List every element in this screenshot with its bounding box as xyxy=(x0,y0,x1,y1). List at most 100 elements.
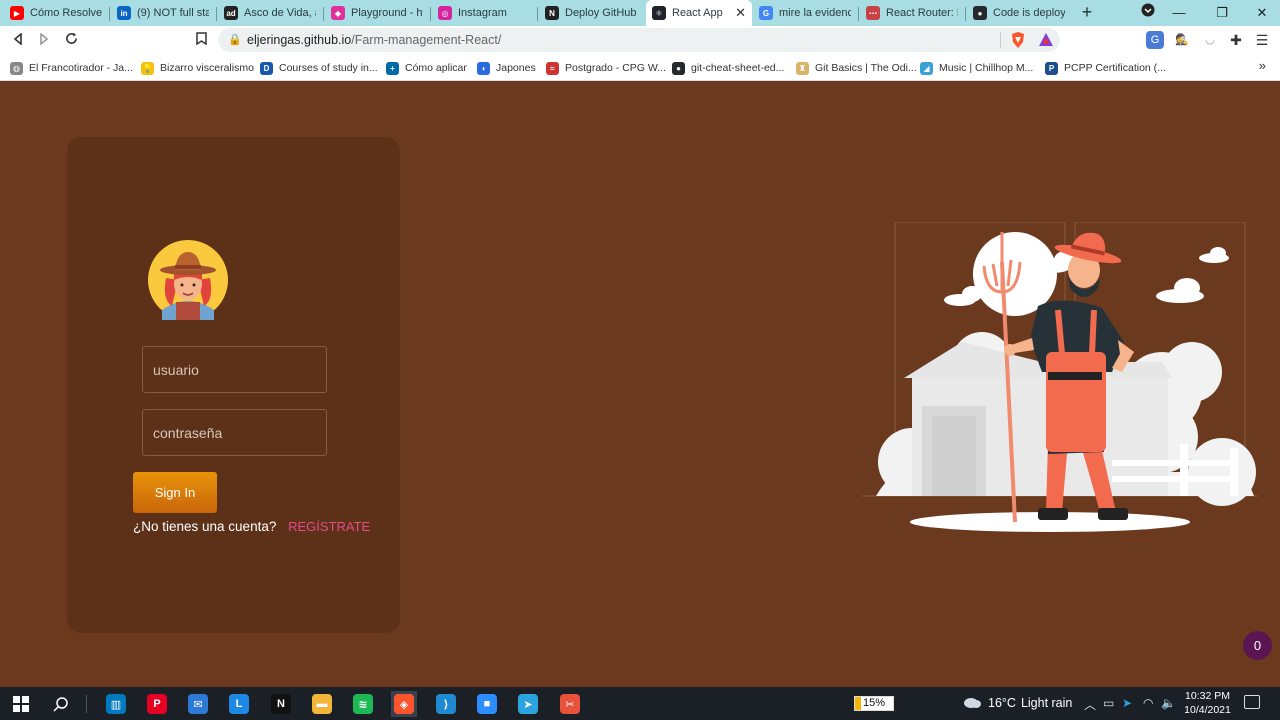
tab-4[interactable]: ◆ Playground - http xyxy=(325,2,429,24)
bookmark-page-icon[interactable] xyxy=(191,30,211,50)
tab-label: React App xyxy=(672,7,723,19)
weather-widget[interactable]: 16°C Light rain xyxy=(962,696,1072,710)
bookmark-item[interactable]: 💡 Bizarro visceralismo xyxy=(141,60,254,76)
notification-badge[interactable]: 0 xyxy=(1243,631,1272,660)
tab-separator xyxy=(216,7,217,21)
pocket-icon[interactable]: ◡ xyxy=(1201,31,1219,49)
translate-icon[interactable]: G xyxy=(1146,31,1164,49)
l-app[interactable]: L xyxy=(226,691,252,717)
tab-2[interactable]: in (9) NOT full stack xyxy=(111,2,215,24)
brave-app[interactable]: ◈ xyxy=(391,691,417,717)
bookmark-item[interactable]: ◖ Japones xyxy=(477,60,536,76)
forward-button[interactable] xyxy=(34,30,54,50)
address-bar[interactable]: 🔒 eljeringas.github.io/Farm-management-R… xyxy=(218,28,1060,52)
tab-10[interactable]: ● Code is deployed xyxy=(967,2,1071,24)
bookmark-label: PCPP Certification (... xyxy=(1064,62,1166,74)
tab-label: React Router: De xyxy=(886,7,958,19)
browser-toolbar: 🔒 eljeringas.github.io/Farm-management-R… xyxy=(0,26,1280,54)
password-input[interactable] xyxy=(142,409,327,456)
telegram-tray-icon[interactable]: ➤ xyxy=(1122,696,1132,710)
cpg-icon: ≈ xyxy=(546,61,559,75)
zoom-app[interactable]: ■ xyxy=(474,691,500,717)
close-window-button[interactable]: ✕ xyxy=(1248,3,1276,23)
bookmark-label: Cómo aplicar xyxy=(405,62,467,74)
clock-time: 10:32 PM xyxy=(1185,690,1230,702)
search-icon[interactable] xyxy=(48,691,74,717)
close-tab-icon[interactable]: ✕ xyxy=(729,5,746,21)
tab-6[interactable]: N Deploy GitHub P xyxy=(539,2,643,24)
vscode-app[interactable]: ⟩ xyxy=(433,691,459,717)
bookmarks-bar: ◍ El Francotirador - Ja... 💡 Bizarro viscer… xyxy=(0,54,1280,81)
tab-5[interactable]: ◎ Instagram xyxy=(432,2,536,24)
sign-in-button[interactable]: Sign In xyxy=(133,472,217,513)
page-content: Sign In ¿No tienes una cuenta? REGÍSTRAT… xyxy=(0,82,1280,687)
battery-tray-icon[interactable]: ▭ xyxy=(1103,696,1114,710)
telegram-app[interactable]: ➤ xyxy=(515,691,541,717)
tab-separator xyxy=(858,7,859,21)
netflix-app[interactable]: N xyxy=(268,691,294,717)
tab-7[interactable]: ⚛ React App ✕ xyxy=(646,0,752,26)
clock[interactable]: 10:32 PM 10/4/2021 xyxy=(1180,689,1235,717)
back-button[interactable] xyxy=(8,30,28,50)
tab-label: Code is deployed xyxy=(993,7,1065,19)
linkedin-icon: in xyxy=(117,6,131,20)
tab-separator xyxy=(109,7,110,21)
show-hidden-icons[interactable]: ︿ xyxy=(1084,696,1096,713)
tab-search-icon[interactable] xyxy=(1134,3,1162,23)
minimize-button[interactable]: — xyxy=(1165,3,1193,23)
tab-label: Playground - http xyxy=(351,7,423,19)
youtube-icon: ▶ xyxy=(10,6,24,20)
chillhop-icon: ◢ xyxy=(920,61,933,75)
file-explorer-app[interactable]: ▬ xyxy=(309,691,335,717)
bookmark-item[interactable]: + Cómo aplicar xyxy=(386,60,467,76)
tab-3[interactable]: ad Asco de Vida, au xyxy=(218,2,322,24)
farmer-avatar xyxy=(148,240,228,320)
trello-app[interactable]: ▥ xyxy=(103,691,129,717)
volume-icon[interactable]: 🔈 xyxy=(1161,696,1176,710)
bookmark-label: git-cheat-sheet-ed... xyxy=(691,62,785,74)
start-button[interactable] xyxy=(8,691,34,717)
reload-button[interactable] xyxy=(61,30,81,50)
new-tab-button[interactable]: + xyxy=(1077,3,1097,23)
wifi-icon[interactable]: ◠ xyxy=(1143,696,1153,710)
menu-icon[interactable]: ☰ xyxy=(1253,31,1271,49)
tab-label: (9) NOT full stack xyxy=(137,7,209,19)
tab-strip: ▶ Cómo Resolver la in (9) NOT full stack ad A… xyxy=(0,0,1280,26)
brave-icon: ◈ xyxy=(394,694,414,714)
tab-separator xyxy=(430,7,431,21)
snipping-app[interactable]: ✂ xyxy=(557,691,583,717)
brave-shields-icon[interactable] xyxy=(1010,31,1026,52)
spotify-app[interactable]: ≋ xyxy=(350,691,376,717)
windows-taskbar: ▥ P ✉ L N ▬ ≋ ◈ ⟩ ■ ➤ ✂ 15% 16°C Light rain ︿ ▭ ➤ ◠… xyxy=(0,687,1280,720)
bookmark-label: Git Basics | The Odi... xyxy=(815,62,917,74)
playground-icon: ◆ xyxy=(331,6,345,20)
bookmark-item[interactable]: D Courses of study in... xyxy=(260,60,378,76)
pinterest-app[interactable]: P xyxy=(144,691,170,717)
register-link[interactable]: REGÍSTRATE xyxy=(288,519,370,534)
more-bookmarks-icon[interactable]: » xyxy=(1259,58,1266,73)
l-icon: L xyxy=(229,694,249,714)
tab-separator xyxy=(323,7,324,21)
battery-indicator[interactable]: 15% xyxy=(854,696,894,711)
bookmark-item[interactable]: ◍ El Francotirador - Ja... xyxy=(10,60,133,76)
tab-label: Cómo Resolver la xyxy=(30,7,102,19)
github-icon: ● xyxy=(973,6,987,20)
trello-icon: ▥ xyxy=(106,694,126,714)
tab-9[interactable]: ⋯ React Router: De xyxy=(860,2,964,24)
bookmark-item[interactable]: P PCPP Certification (... xyxy=(1045,60,1166,76)
bulb-icon: 💡 xyxy=(141,61,154,75)
incognito-extension-icon[interactable]: 🕵 xyxy=(1173,31,1191,49)
tab-1[interactable]: ▶ Cómo Resolver la xyxy=(4,2,108,24)
extensions-puzzle-icon[interactable]: ✚ xyxy=(1227,31,1245,49)
mail-app[interactable]: ✉ xyxy=(185,691,211,717)
maximize-button[interactable]: ❐ xyxy=(1208,3,1236,23)
bookmark-item[interactable]: ◢ Music | Chillhop M... xyxy=(920,60,1033,76)
bookmark-item[interactable]: ● git-cheat-sheet-ed... xyxy=(672,60,784,76)
bookmark-item[interactable]: ≈ Postgrado - CPG W... xyxy=(546,60,666,76)
action-center-icon[interactable] xyxy=(1244,695,1260,709)
bookmark-label: Courses of study in... xyxy=(279,62,378,74)
bookmark-item[interactable]: ♜ Git Basics | The Odi... xyxy=(796,60,917,76)
brave-rewards-icon[interactable] xyxy=(1038,32,1054,51)
tab-8[interactable]: Gmire la evidencia xyxy=(753,2,857,24)
username-input[interactable] xyxy=(142,346,327,393)
